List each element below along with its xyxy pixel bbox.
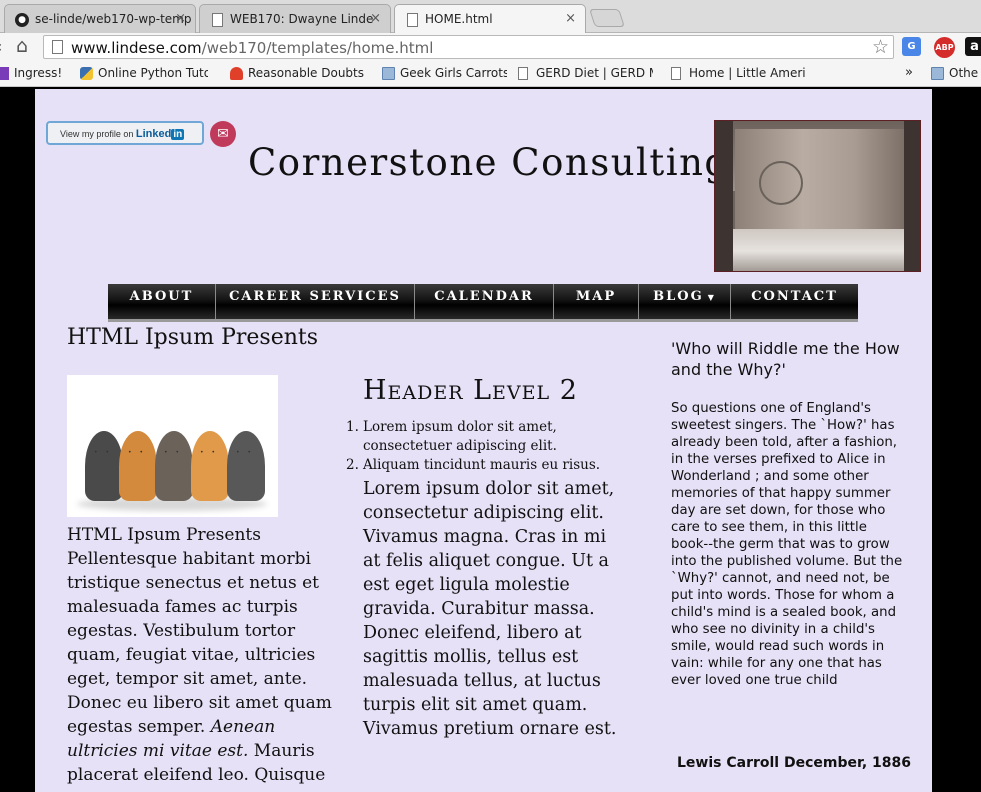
other-bookmarks[interactable]: Othe (931, 66, 981, 80)
main-nav: ABOUT CAREER SERVICES CALENDAR MAP BLOG ▼… (108, 284, 858, 322)
grid-icon (0, 67, 9, 80)
address-bar[interactable]: www.lindese.com/web170/templates/home.ht… (43, 35, 894, 59)
folder-icon (931, 67, 944, 80)
bookmarks-bar: Ingress! Online Python Tutor Reasonable … (0, 61, 981, 87)
browser-toolbar: ‹ ⌂ www.lindese.com/web170/templates/hom… (0, 33, 981, 61)
quote-body: So questions one of England's sweetest s… (671, 401, 903, 688)
podcast-icon (230, 67, 243, 80)
page-icon (52, 40, 63, 54)
nav-about[interactable]: ABOUT (108, 284, 216, 319)
back-arrow-icon[interactable]: ‹ (0, 37, 2, 56)
tab-label: se-linde/web170-wp-temp (35, 12, 192, 26)
close-tab-icon[interactable]: × (370, 11, 381, 26)
url-text[interactable]: www.lindese.com/web170/templates/home.ht… (71, 39, 433, 57)
home-icon[interactable]: ⌂ (16, 35, 28, 57)
quote-attribution: Lewis Carroll December, 1886 (677, 755, 911, 771)
bookmark-geek-girls[interactable]: Geek Girls Carrots (382, 66, 507, 80)
linkedin-profile-button[interactable]: View my profile on Linked in (46, 121, 204, 145)
dropdown-caret-icon: ▼ (707, 292, 716, 302)
document-icon (518, 67, 528, 80)
cornerstone-photo (714, 120, 921, 272)
ordered-list: 1. Lorem ipsum dolor sit amet, consectetu… (346, 418, 628, 475)
tab-web170[interactable]: WEB170: Dwayne Linde × (199, 4, 391, 33)
nav-career-services[interactable]: CAREER SERVICES (216, 284, 415, 319)
close-tab-icon[interactable]: × (565, 11, 576, 26)
bookmarks-overflow-chevron-icon[interactable]: » (905, 65, 913, 80)
page-container: View my profile on Linked in ✉ Cornerston… (35, 89, 932, 792)
tab-home[interactable]: HOME.html × (394, 4, 586, 34)
list-item: 1. Lorem ipsum dolor sit amet, consectetu… (346, 419, 557, 454)
adblock-plus-icon[interactable]: ABP (934, 37, 955, 58)
nav-blog[interactable]: BLOG ▼ (639, 284, 731, 319)
nav-map[interactable]: MAP (554, 284, 639, 319)
bookmark-star-icon[interactable]: ☆ (872, 36, 889, 58)
tab-label: HOME.html (425, 12, 493, 26)
right-column: 'Who will Riddle me the How and the Why?… (671, 338, 911, 771)
quote-title: 'Who will Riddle me the How and the Why?… (671, 339, 900, 379)
document-icon (407, 13, 418, 27)
bookmark-gerd[interactable]: GERD Diet | GERD M (518, 66, 653, 80)
tab-github[interactable]: ● se-linde/web170-wp-temp × (4, 4, 196, 33)
document-icon (212, 13, 223, 27)
left-column-text: HTML Ipsum Presents Pellentesque habitan… (67, 525, 332, 785)
nav-contact[interactable]: CONTACT (731, 284, 858, 319)
header-level-2: Header Level 2 (363, 375, 578, 406)
kittens-image: •• •• •• •• •• (67, 375, 278, 517)
list-item: 2. Aliquam tincidunt mauris eu risus. (346, 457, 601, 473)
amazon-icon[interactable]: a (965, 37, 981, 56)
tab-label: WEB170: Dwayne Linde (230, 12, 374, 26)
mail-icon[interactable]: ✉ (210, 121, 236, 147)
left-column-title: HTML Ipsum Presents (67, 325, 319, 350)
folder-icon (382, 67, 395, 80)
document-icon (671, 67, 681, 80)
middle-column: Header Level 2 1. Lorem ipsum dolor sit a… (346, 375, 628, 741)
site-title: Cornerstone Consulting (248, 141, 730, 184)
bookmark-ingress[interactable]: Ingress! (0, 66, 66, 80)
page-viewport: View my profile on Linked in ✉ Cornerston… (0, 87, 981, 792)
bookmark-python-tutor[interactable]: Online Python Tutor (80, 66, 208, 80)
middle-paragraph: Lorem ipsum dolor sit amet, consectetur … (363, 479, 617, 739)
python-icon (80, 67, 93, 80)
close-tab-icon[interactable]: × (175, 11, 186, 26)
bookmark-reasonable-doubts[interactable]: Reasonable Doubts P (230, 66, 365, 80)
linkedin-icon: in (171, 129, 185, 140)
new-tab-button[interactable] (589, 9, 625, 27)
google-translate-icon[interactable]: G (902, 37, 921, 56)
tab-strip: ● se-linde/web170-wp-temp × WEB170: Dway… (0, 0, 981, 34)
nav-calendar[interactable]: CALENDAR (415, 284, 554, 319)
github-icon: ● (15, 13, 29, 27)
bookmark-little-america[interactable]: Home | Little Americ (671, 66, 806, 80)
